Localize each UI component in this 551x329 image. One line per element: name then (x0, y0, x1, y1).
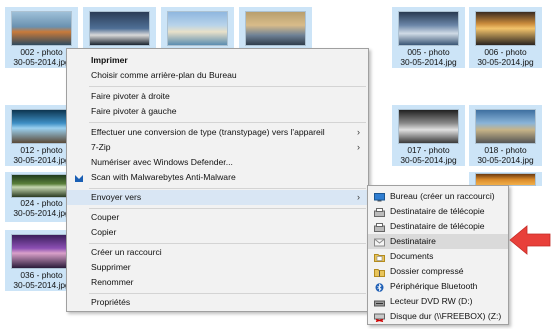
menu-item-rotate-left[interactable]: Faire pivoter à gauche (67, 104, 368, 119)
menu-item-imprimer[interactable]: Imprimer (67, 53, 368, 68)
context-menu: Imprimer Choisir comme arrière-plan du B… (66, 48, 369, 312)
photo-thumbnail (246, 12, 305, 45)
zip-folder-icon (374, 267, 385, 277)
menu-item-delete[interactable]: Supprimer (67, 260, 368, 275)
menu-separator (89, 188, 366, 189)
file-tile[interactable] (469, 172, 542, 186)
menu-item-windows-defender[interactable]: Numériser avec Windows Defender... (67, 155, 368, 170)
send-to-fax-1[interactable]: Destinataire de télécopie (368, 204, 508, 219)
mail-envelope-icon (374, 237, 385, 247)
malwarebytes-icon (74, 173, 84, 182)
send-to-dvd-drive[interactable]: Lecteur DVD RW (D:) (368, 294, 508, 309)
file-name: 018 - photo (484, 145, 527, 155)
submenu-arrow-icon: › (357, 142, 360, 152)
file-name: 005 - photo (407, 47, 450, 57)
menu-item-create-shortcut[interactable]: Créer un raccourci (67, 245, 368, 260)
menu-separator (89, 293, 366, 294)
send-to-fax-2[interactable]: Destinataire de télécopie (368, 219, 508, 234)
photo-thumbnail (12, 235, 71, 268)
menu-item-send-to[interactable]: Envoyer vers › (67, 190, 368, 205)
file-name-ext: 30-05-2014.jpg (400, 57, 457, 67)
red-pointer-arrow-icon (509, 225, 551, 255)
photo-thumbnail (168, 12, 227, 45)
bluetooth-icon (374, 282, 385, 292)
send-to-mail-recipient[interactable]: Destinataire (368, 234, 508, 249)
file-tile-005[interactable]: 005 - photo 30-05-2014.jpg (392, 7, 465, 68)
documents-folder-icon (374, 252, 385, 262)
menu-item-choose-wallpaper[interactable]: Choisir comme arrière-plan du Bureau (67, 68, 368, 83)
file-name-ext: 30-05-2014.jpg (477, 57, 534, 67)
photo-thumbnail (399, 110, 458, 143)
file-tile-017[interactable]: 017 - photo 30-05-2014.jpg (392, 105, 465, 166)
menu-item-copy[interactable]: Copier (67, 225, 368, 240)
menu-separator (89, 208, 366, 209)
desktop-icon (374, 192, 385, 202)
photo-thumbnail (476, 174, 535, 185)
photo-thumbnail (12, 12, 71, 45)
send-to-bluetooth[interactable]: Périphérique Bluetooth (368, 279, 508, 294)
file-name: 006 - photo (484, 47, 527, 57)
file-name-ext: 30-05-2014.jpg (477, 155, 534, 165)
photo-thumbnail (476, 110, 535, 143)
menu-separator (89, 243, 366, 244)
menu-separator (89, 86, 366, 87)
network-drive-icon (374, 312, 385, 323)
send-to-documents[interactable]: Documents (368, 249, 508, 264)
submenu-arrow-icon: › (357, 127, 360, 137)
menu-item-properties[interactable]: Propriétés (67, 295, 368, 310)
photo-thumbnail (399, 12, 458, 45)
menu-item-cut[interactable]: Couper (67, 210, 368, 225)
menu-item-rotate-right[interactable]: Faire pivoter à droite (67, 89, 368, 104)
menu-separator (89, 122, 366, 123)
file-tile-006[interactable]: 006 - photo 30-05-2014.jpg (469, 7, 542, 68)
dvd-drive-icon (374, 297, 385, 307)
send-to-submenu: Bureau (créer un raccourci) Destinataire… (367, 185, 509, 325)
photo-thumbnail (12, 175, 71, 197)
photo-thumbnail (12, 110, 71, 143)
file-name-ext: 30-05-2014.jpg (400, 155, 457, 165)
fax-icon (374, 222, 385, 232)
menu-item-rename[interactable]: Renommer (67, 275, 368, 290)
fax-icon (374, 207, 385, 217)
menu-item-cast-to-device[interactable]: Effectuer une conversion de type (transt… (67, 125, 368, 140)
send-to-network-drive[interactable]: Disque dur (\\FREEBOX) (Z:) (368, 309, 508, 324)
menu-item-malwarebytes[interactable]: Scan with Malwarebytes Anti-Malware (67, 170, 368, 185)
photo-thumbnail (476, 12, 535, 45)
menu-item-7zip[interactable]: 7-Zip › (67, 140, 368, 155)
submenu-arrow-icon: › (357, 192, 360, 202)
send-to-zip-folder[interactable]: Dossier compressé (368, 264, 508, 279)
photo-thumbnail (90, 12, 149, 45)
send-to-desktop[interactable]: Bureau (créer un raccourci) (368, 189, 508, 204)
file-name: 017 - photo (407, 145, 450, 155)
file-tile-018[interactable]: 018 - photo 30-05-2014.jpg (469, 105, 542, 166)
